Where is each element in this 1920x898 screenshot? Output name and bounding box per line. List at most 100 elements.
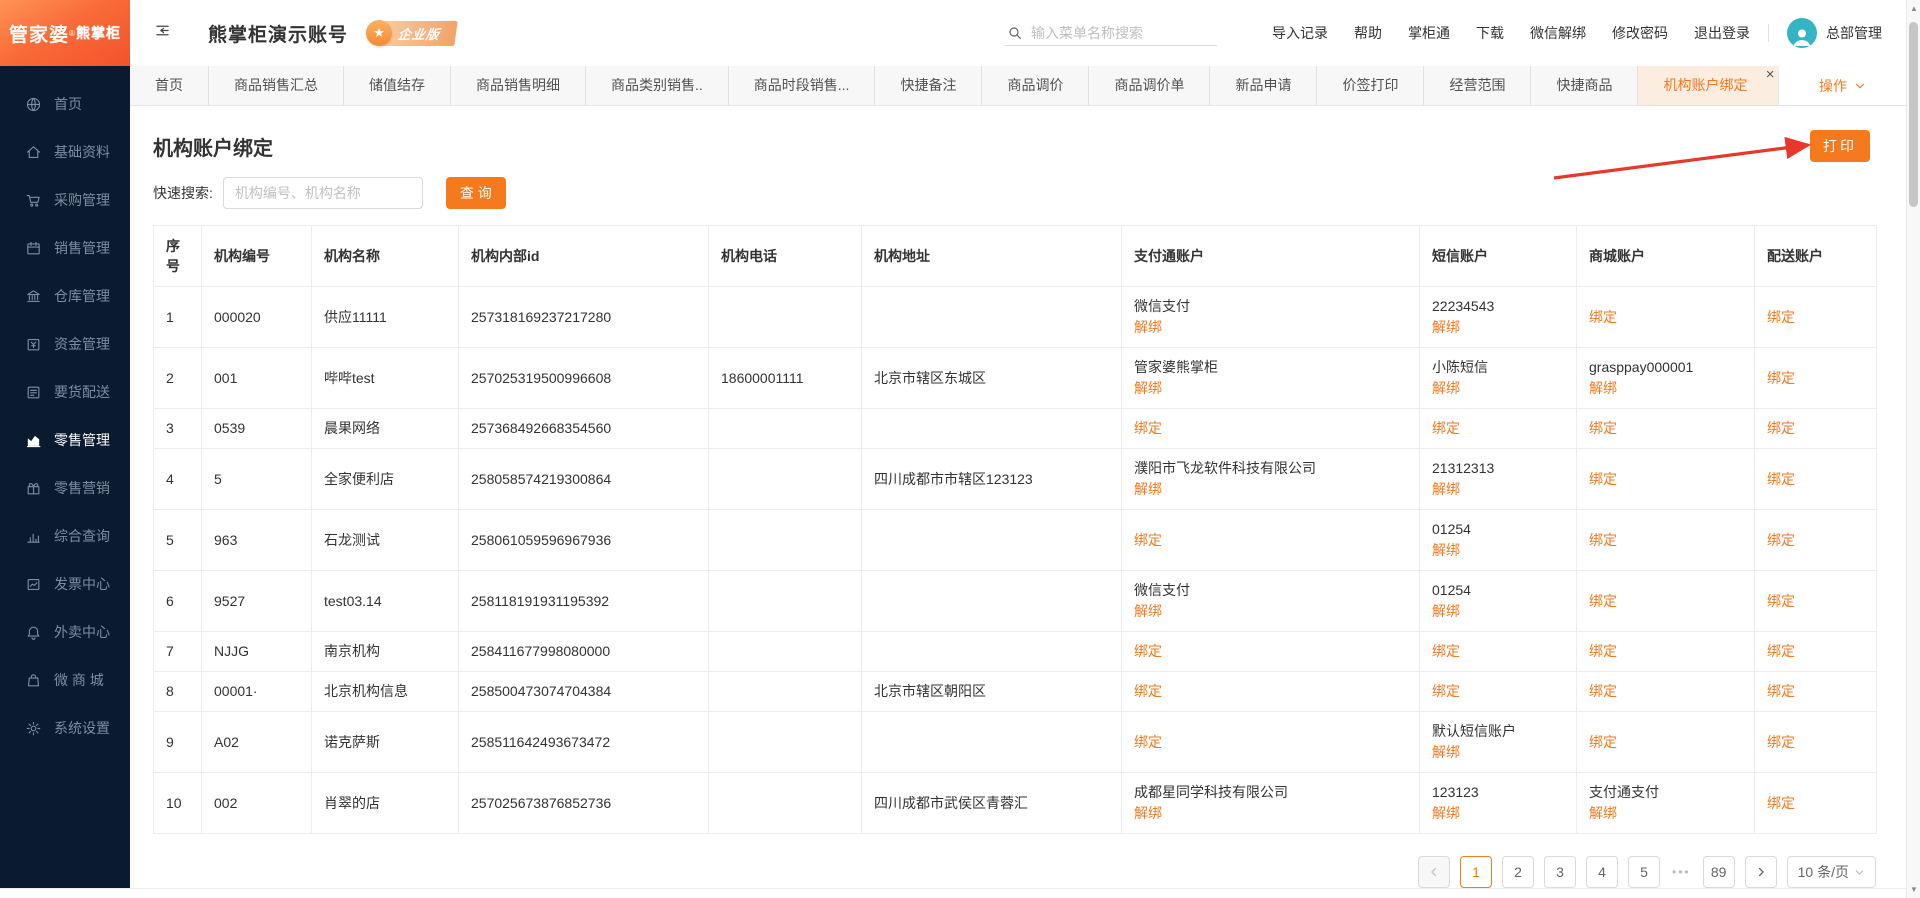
unbind-link[interactable]: 解绑 [1134,601,1162,622]
sidebar-item-marketing[interactable]: 零售营销 [0,464,130,512]
bind-link[interactable]: 绑定 [1767,793,1795,814]
logo-brand-text: 管家婆 [9,24,70,46]
bind-link[interactable]: 绑定 [1432,418,1460,439]
tab-9[interactable]: 新品申请 [1210,66,1318,105]
unbind-link[interactable]: 解绑 [1589,378,1617,399]
delivery-account-cell: 绑定 [1754,570,1877,632]
collapse-menu-icon[interactable] [154,22,176,44]
bind-link[interactable]: 绑定 [1767,307,1795,328]
scroll-down-icon[interactable]: ▼ [1907,885,1920,894]
sidebar-item-invoice[interactable]: 发票中心 [0,560,130,608]
sidebar-item-retail[interactable]: 零售管理 [0,416,130,464]
prev-page-button[interactable] [1418,856,1451,888]
tab-12[interactable]: 快捷商品 [1531,66,1639,105]
unbind-link[interactable]: 解绑 [1432,601,1460,622]
bind-link[interactable]: 绑定 [1589,418,1617,439]
bind-link[interactable]: 绑定 [1589,681,1617,702]
top-menu-item-3[interactable]: 下载 [1476,23,1504,43]
tab-10[interactable]: 价签打印 [1317,66,1425,105]
tab-label: 商品调价单 [1114,77,1185,93]
quick-search-input[interactable] [222,177,423,209]
scroll-up-icon[interactable]: ▲ [1907,4,1920,13]
sidebar-item-basic[interactable]: 基础资料 [0,128,130,176]
tab-3[interactable]: 商品销售明细 [451,66,586,105]
bind-link[interactable]: 绑定 [1589,591,1617,612]
unbind-link[interactable]: 解绑 [1432,479,1460,500]
unbind-link[interactable]: 解绑 [1432,540,1460,561]
tab-13-active[interactable]: 机构账户绑定 × [1638,66,1778,105]
bind-link[interactable]: 绑定 [1589,307,1617,328]
sidebar-item-funds[interactable]: 资金管理 [0,320,130,368]
page-button-89[interactable]: 89 [1702,856,1735,888]
unbind-link[interactable]: 解绑 [1432,317,1460,338]
bind-link[interactable]: 绑定 [1589,469,1617,490]
bind-link[interactable]: 绑定 [1432,681,1460,702]
top-menu-item-2[interactable]: 掌柜通 [1408,23,1450,43]
bind-link[interactable]: 绑定 [1134,641,1162,662]
scrollbar-thumb[interactable] [1909,22,1918,207]
unbind-link[interactable]: 解绑 [1589,803,1617,824]
top-menu-item-1[interactable]: 帮助 [1354,23,1382,43]
bind-link[interactable]: 绑定 [1767,591,1795,612]
close-icon[interactable]: × [1766,67,1775,82]
page-button-3[interactable]: 3 [1544,856,1577,888]
bind-link[interactable]: 绑定 [1134,732,1162,753]
bind-link[interactable]: 绑定 [1767,641,1795,662]
sidebar-item-settings[interactable]: 系统设置 [0,704,130,752]
bind-link[interactable]: 绑定 [1767,469,1795,490]
org-code: 001 [201,347,312,409]
bind-link[interactable]: 绑定 [1767,681,1795,702]
unbind-link[interactable]: 解绑 [1134,378,1162,399]
bind-link[interactable]: 绑定 [1134,530,1162,551]
sidebar-item-query[interactable]: 综合查询 [0,512,130,560]
bind-link[interactable]: 绑定 [1589,732,1617,753]
unbind-link[interactable]: 解绑 [1432,378,1460,399]
tab-6[interactable]: 快捷备注 [875,66,983,105]
unbind-link[interactable]: 解绑 [1432,803,1460,824]
tab-8[interactable]: 商品调价单 [1089,66,1211,105]
bind-link[interactable]: 绑定 [1589,641,1617,662]
page-button-4[interactable]: 4 [1586,856,1619,888]
action-dropdown[interactable]: 操作 [1778,66,1906,105]
bind-link[interactable]: 绑定 [1767,732,1795,753]
unbind-link[interactable]: 解绑 [1134,479,1162,500]
top-menu-item-6[interactable]: 退出登录 [1694,23,1750,43]
tab-7[interactable]: 商品调价 [982,66,1090,105]
print-button[interactable]: 打印 [1810,130,1870,162]
next-page-button[interactable] [1744,856,1777,888]
sidebar-item-sales[interactable]: 销售管理 [0,224,130,272]
tab-11[interactable]: 经营范围 [1424,66,1532,105]
bind-link[interactable]: 绑定 [1589,530,1617,551]
top-menu-item-4[interactable]: 微信解绑 [1530,23,1586,43]
tab-2[interactable]: 储值结存 [344,66,451,105]
page-button-1[interactable]: 1 [1460,856,1493,888]
sidebar-item-mall[interactable]: 微 商 城 [0,656,130,704]
bind-link[interactable]: 绑定 [1134,681,1162,702]
sidebar-item-warehouse[interactable]: 仓库管理 [0,272,130,320]
sidebar-item-dispatch[interactable]: 要货配送 [0,368,130,416]
menu-search-input[interactable] [1031,24,1215,41]
tab-1[interactable]: 商品销售汇总 [209,66,344,105]
account-name: 支付通支付 [1589,784,1659,800]
sidebar-item-purchase[interactable]: 采购管理 [0,176,130,224]
user-menu[interactable]: 总部管理 [1787,18,1882,48]
sidebar-item-home[interactable]: 首页 [0,80,130,128]
bind-link[interactable]: 绑定 [1432,641,1460,662]
query-button[interactable]: 查 询 [445,177,506,209]
page-button-5[interactable]: 5 [1628,856,1661,888]
bind-link[interactable]: 绑定 [1767,530,1795,551]
unbind-link[interactable]: 解绑 [1134,317,1162,338]
sidebar-item-takeout[interactable]: 外卖中心 [0,608,130,656]
tab-5[interactable]: 商品时段销售... [728,66,876,105]
bind-link[interactable]: 绑定 [1767,418,1795,439]
tab-4[interactable]: 商品类别销售.. [586,66,729,105]
page-size-select[interactable]: 10 条/页 [1786,856,1876,888]
top-menu-item-5[interactable]: 修改密码 [1612,23,1668,43]
unbind-link[interactable]: 解绑 [1432,742,1460,763]
page-button-2[interactable]: 2 [1502,856,1535,888]
tab-0[interactable]: 首页 [130,66,209,105]
bind-link[interactable]: 绑定 [1767,368,1795,389]
unbind-link[interactable]: 解绑 [1134,803,1162,824]
top-menu-item-0[interactable]: 导入记录 [1272,23,1328,43]
bind-link[interactable]: 绑定 [1134,418,1162,439]
